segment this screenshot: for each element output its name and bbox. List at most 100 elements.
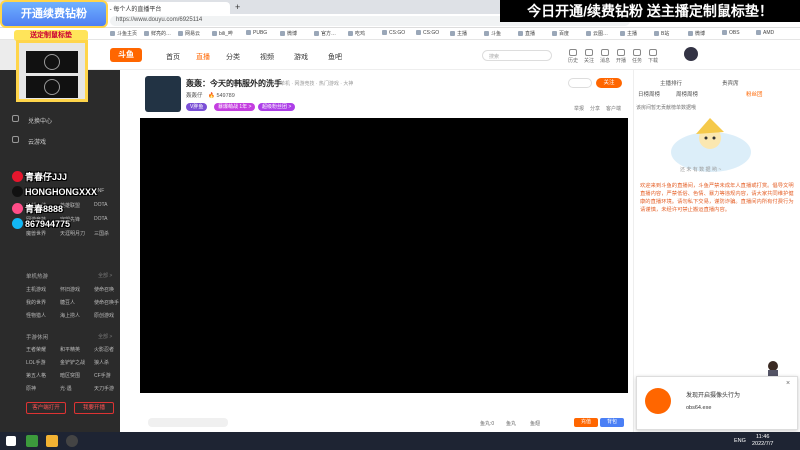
sidebar-item-exchange[interactable]: 兑换中心 — [28, 116, 52, 125]
share-link[interactable]: 分享 — [590, 105, 600, 112]
bookmark-item[interactable]: 鲜亮的… — [144, 30, 171, 37]
sidebar-game-link[interactable]: 和平精英 — [60, 346, 80, 353]
site-logo[interactable]: 斗鱼 — [110, 48, 142, 62]
follow-button[interactable]: 关注 — [596, 78, 622, 88]
bookmark-item[interactable]: 云图… — [586, 30, 608, 37]
sidebar-game-link[interactable]: 天刀手游 — [94, 385, 114, 392]
nav-video[interactable]: 视频 — [260, 52, 274, 62]
subtab-week[interactable]: 周榜周榜 — [676, 90, 698, 98]
user-avatar[interactable] — [684, 47, 698, 61]
sidebar-game-link[interactable]: 火影忍者 — [94, 346, 114, 353]
windows-start-icon[interactable] — [6, 436, 16, 446]
follow-icon[interactable]: 关注 — [582, 49, 596, 64]
tab-vip[interactable]: 贵宾席 — [722, 79, 739, 87]
sidebar-game-link[interactable]: 糖豆人 — [60, 299, 75, 306]
bookmark-item[interactable]: B站 — [654, 30, 669, 37]
sidebar-game-link[interactable]: 原创游戏 — [94, 312, 114, 319]
client-link[interactable]: 客户端 — [606, 105, 621, 112]
taskbar-app-icon[interactable] — [46, 435, 58, 447]
social-platform-icon — [12, 203, 23, 214]
new-tab-button[interactable]: + — [232, 2, 246, 14]
bookmark-item[interactable]: 主播 — [450, 30, 467, 37]
sidebar-game-link[interactable]: 金铲铲之战 — [60, 359, 85, 366]
sidebar-game-link[interactable]: 使命召唤手 — [94, 299, 119, 306]
input-language[interactable]: ENG — [734, 438, 746, 444]
host-avatar[interactable] — [145, 76, 181, 112]
recharge-button[interactable]: 充值 — [574, 418, 598, 427]
bookmark-item[interactable]: 吃鸡 — [348, 30, 365, 37]
nav-yuba[interactable]: 鱼吧 — [328, 52, 342, 62]
bookmark-item[interactable]: 官方… — [314, 30, 336, 37]
sidebar-game-link[interactable]: DOTA — [94, 216, 108, 222]
sidebar-game-link[interactable]: 怪物猎人 — [26, 312, 46, 319]
bookmark-item[interactable]: 主播 — [620, 30, 637, 37]
start-broadcast-button[interactable]: 我要开播 — [74, 402, 114, 414]
social-handle-text: 青春仔JJJ — [25, 172, 68, 182]
subtab-fans[interactable]: 粉丝团 — [746, 90, 763, 98]
sidebar-game-link[interactable]: 魔兽世界 — [26, 230, 46, 237]
sidebar-game-link[interactable]: 主机游戏 — [26, 286, 46, 293]
sidebar-game-link[interactable]: 原神 — [26, 385, 36, 392]
sidebar-game-link[interactable]: 天涯明月刀 — [60, 230, 85, 237]
bookmark-item[interactable]: PUBG — [246, 30, 267, 36]
search-input[interactable]: 搜索 — [482, 50, 552, 61]
sidebar-game-link[interactable]: 狼人杀 — [94, 359, 109, 366]
sidebar-game-link[interactable]: 使命召唤 — [94, 286, 114, 293]
nav-home[interactable]: 首页 — [166, 52, 180, 62]
history-icon[interactable]: 历史 — [566, 49, 580, 64]
broadcast-icon[interactable]: 开播 — [614, 49, 628, 64]
bookmark-item[interactable]: OBS — [722, 30, 740, 36]
nav-live[interactable]: 直播 — [196, 52, 210, 62]
stream-tag[interactable]: 暴爆萌战 1年 > — [214, 103, 256, 111]
download-icon[interactable]: 下载 — [646, 49, 660, 64]
message-icon[interactable]: 消息 — [598, 49, 612, 64]
bookmark-item[interactable]: 斗鱼主页 — [110, 30, 137, 37]
bookmark-item[interactable]: 直播 — [518, 30, 535, 37]
sidebar-game-link[interactable]: 光·遇 — [60, 385, 72, 392]
bookmark-item[interactable]: AMD — [756, 30, 774, 36]
sidebar-game-link[interactable]: 三国杀 — [94, 230, 109, 237]
tab-host-rank[interactable]: 主播排行 — [660, 79, 682, 87]
stream-tag[interactable]: V胖鱼 — [186, 103, 208, 111]
sidebar-section-single-more[interactable]: 全部 > — [98, 272, 112, 279]
subtab-day[interactable]: 日榜周榜 — [638, 90, 660, 98]
sidebar-game-link[interactable]: 王者荣耀 — [26, 346, 46, 353]
bookmark-item[interactable]: 微博 — [280, 30, 297, 37]
nav-games[interactable]: 游戏 — [294, 52, 308, 62]
bookmark-item[interactable]: bili_哔 — [212, 30, 233, 37]
sidebar-game-link[interactable]: DOTA — [94, 202, 108, 208]
bookmark-item[interactable]: CS:GO — [416, 30, 439, 36]
social-handle-text: 青春8888 — [25, 204, 64, 214]
sidebar-game-link[interactable]: 第五人格 — [26, 372, 46, 379]
obs-icon[interactable] — [66, 435, 78, 447]
header-icon-label: 关注 — [583, 58, 594, 64]
nav-category[interactable]: 分类 — [226, 52, 240, 62]
bookmark-item[interactable]: 百度 — [552, 30, 569, 37]
bookmark-item[interactable]: 网易云 — [178, 30, 200, 37]
sidebar-game-link[interactable]: 怀旧游戏 — [60, 286, 80, 293]
room-category[interactable]: 单机 · 网游竞技 · 热门游戏 · 大神 — [280, 80, 353, 87]
backpack-button[interactable]: 背包 — [600, 418, 624, 427]
sidebar-game-link[interactable]: LOL手游 — [26, 359, 45, 366]
bookmark-item[interactable]: 斗鱼 — [484, 30, 501, 37]
video-player[interactable] — [140, 118, 628, 393]
popup-title: 发现开启摄像头行为 — [686, 393, 741, 399]
sidebar-item-cloud-game[interactable]: 云游戏 — [28, 137, 46, 146]
sidebar-game-link[interactable]: 海上捞人 — [60, 312, 80, 319]
stream-tag[interactable]: 超级粉丝团 > — [258, 103, 296, 111]
report-link[interactable]: 举报 — [574, 105, 584, 112]
system-clock[interactable]: 11:46 2022/7/7 — [752, 434, 773, 448]
social-handle-text: 867944775 — [25, 219, 71, 229]
gift-bar[interactable] — [148, 418, 228, 427]
bookmark-item[interactable]: 微博 — [688, 30, 705, 37]
task-icon[interactable]: 任务 — [630, 49, 644, 64]
taskbar-app-icon[interactable] — [26, 435, 38, 447]
sidebar-game-link[interactable]: CF手游 — [94, 372, 111, 379]
sidebar-section-mobile-more[interactable]: 全部 > — [98, 333, 112, 340]
sidebar-game-link[interactable]: 我的世界 — [26, 299, 46, 306]
sidebar-game-link[interactable]: 暗区突围 — [60, 372, 80, 379]
client-open-button[interactable]: 客户端打开 — [26, 402, 66, 414]
close-icon[interactable]: × — [786, 380, 790, 387]
host-name-text[interactable]: 轰轰仔 — [186, 93, 203, 99]
bookmark-item[interactable]: CS:GO — [382, 30, 405, 36]
